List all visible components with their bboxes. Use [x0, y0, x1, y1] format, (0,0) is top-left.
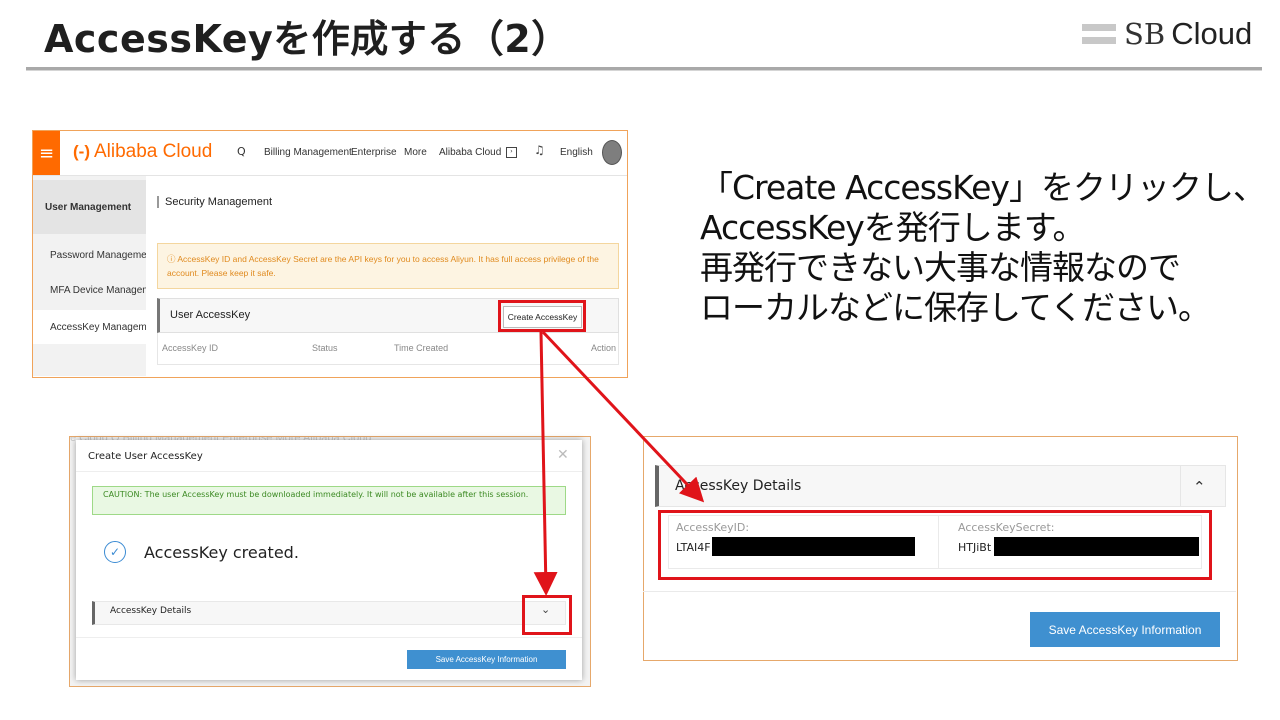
- dialog-divider: [76, 471, 582, 472]
- check-circle-icon: ✓: [104, 541, 126, 563]
- terminal-icon[interactable]: ›: [506, 147, 517, 158]
- details-footer-divider: [643, 591, 1236, 592]
- security-notice: ⓘ AccessKey ID and AccessKey Secret are …: [157, 243, 619, 289]
- slide-title: AccessKeyを作成する（2）: [44, 17, 570, 61]
- col-status: Status: [312, 343, 338, 353]
- create-button-highlight: [498, 300, 586, 332]
- dialog-footer-divider: [76, 637, 582, 638]
- alibaba-logo-text: Alibaba Cloud: [93, 141, 213, 162]
- bell-icon[interactable]: ♫: [534, 143, 545, 157]
- alibaba-logo-mark: (-): [73, 142, 90, 161]
- instruction-line-3: 再発行できない大事な情報なので: [700, 248, 1181, 287]
- security-title: Security Management: [157, 196, 272, 208]
- col-accesskey-id: AccessKey ID: [162, 343, 219, 353]
- col-action: Action: [591, 343, 617, 353]
- sidebar-item-mfa[interactable]: MFA Device Managem...: [33, 274, 146, 307]
- sidebar-item-user-management[interactable]: User Management: [33, 180, 146, 234]
- menu-icon[interactable]: ≡: [33, 131, 60, 175]
- brand-cloud: Cloud: [1171, 16, 1253, 51]
- search-icon[interactable]: Q: [237, 145, 246, 158]
- accesskey-table: [157, 333, 619, 365]
- close-icon[interactable]: ✕: [557, 447, 569, 463]
- instruction-text: 「Create AccessKey」をクリックし、 AccessKeyを発行しま…: [700, 168, 1266, 328]
- dialog-title: Create User AccessKey: [88, 451, 203, 462]
- save-accesskey-button[interactable]: Save AccessKey Information: [1030, 612, 1220, 647]
- nav-alibaba-cloud[interactable]: Alibaba Cloud: [439, 147, 501, 158]
- nav-enterprise[interactable]: Enterprise: [351, 147, 397, 158]
- instruction-line-4: ローカルなどに保存してください。: [700, 288, 1211, 327]
- accesskey-details-title: AccessKey Details: [675, 478, 802, 494]
- header-separator: [1180, 465, 1181, 507]
- sidebar-item-password[interactable]: Password Management: [33, 239, 146, 272]
- values-highlight: [658, 510, 1212, 580]
- brand-bars-icon: [1082, 24, 1116, 44]
- nav-language[interactable]: English: [560, 147, 593, 158]
- nav-billing[interactable]: Billing Management: [264, 147, 352, 158]
- instruction-line-2: AccessKeyを発行します。: [700, 208, 1085, 247]
- accesskey-created-text: AccessKey created.: [144, 543, 299, 562]
- accesskey-details-label: AccessKey Details: [110, 606, 192, 616]
- header-divider-shadow: [26, 70, 1262, 71]
- nav-more[interactable]: More: [404, 147, 427, 158]
- brand-logo: SB Cloud: [1082, 16, 1253, 51]
- sidebar-item-accesskey[interactable]: AccessKey Management: [33, 310, 146, 344]
- avatar[interactable]: [602, 140, 622, 165]
- brand-sb: SB: [1124, 17, 1166, 51]
- caution-message: CAUTION: The user AccessKey must be down…: [92, 486, 566, 515]
- chevron-up-icon[interactable]: ⌃: [1193, 478, 1206, 496]
- col-time-created: Time Created: [394, 343, 449, 353]
- save-accesskey-button-small[interactable]: Save AccessKey Information: [407, 650, 566, 669]
- instruction-line-1: 「Create AccessKey」をクリックし、: [700, 168, 1266, 207]
- chevron-highlight: [522, 595, 572, 635]
- user-accesskey-title: User AccessKey: [170, 309, 251, 321]
- alibaba-logo[interactable]: (-) Alibaba Cloud: [73, 141, 212, 163]
